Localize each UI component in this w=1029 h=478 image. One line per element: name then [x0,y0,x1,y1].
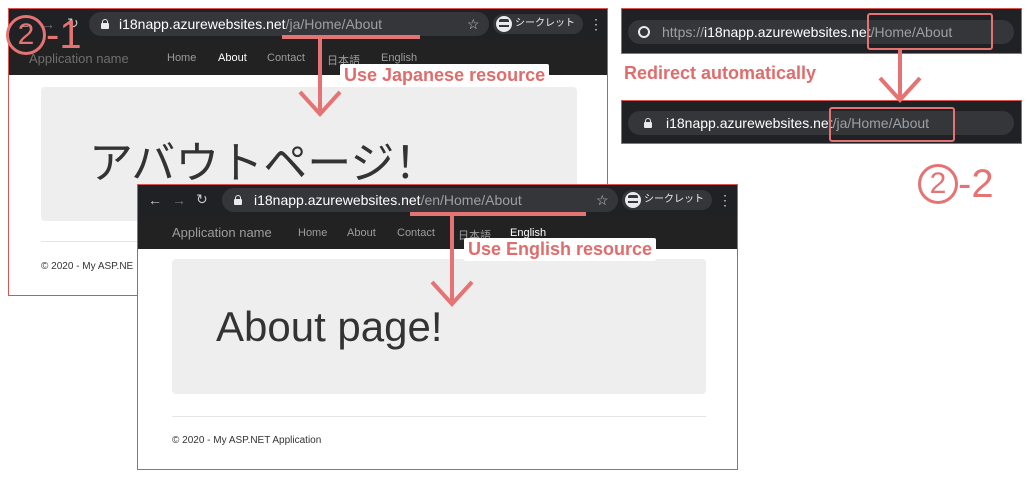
step-suffix: -1 [46,13,82,57]
nav-item-contact[interactable]: Contact [267,52,305,64]
incognito-badge[interactable]: シークレット [493,14,583,34]
browser-toolbar: ← → ↻ i18napp.azurewebsites.net/en/Home/… [138,185,737,215]
url-text: i18napp.azurewebsites.net/en/Home/About [254,192,522,208]
step-marker-2-1: 2 -1 [6,15,82,55]
url-text: i18napp.azurewebsites.net/ja/Home/About [119,16,383,32]
page-heading: アバウトページ！ [89,139,439,188]
nav-brand[interactable]: Application name [172,225,272,240]
incognito-label: シークレット [515,18,575,29]
reload-icon[interactable]: ↻ [196,192,208,206]
highlight-path-after [829,107,955,142]
globe-icon [638,26,650,38]
back-icon[interactable]: ← [148,193,162,207]
circled-number: 2 [6,15,46,55]
label-use-japanese: Use Japanese resource [340,64,550,87]
star-icon[interactable]: ☆ [596,193,609,207]
lock-icon [644,118,652,128]
label-use-english: Use English resource [464,238,657,261]
nav-item-about[interactable]: About [218,52,247,64]
incognito-icon [625,192,641,208]
footer-text: © 2020 - My ASP.NE [41,261,134,272]
step-marker-2-2: 2 -2 [918,164,994,204]
star-icon[interactable]: ☆ [467,17,480,31]
incognito-badge[interactable]: シークレット [622,190,712,210]
address-bar[interactable]: i18napp.azurewebsites.net/ja/Home/About [628,111,1014,135]
lock-icon [101,19,109,29]
more-menu-icon[interactable]: ⋮ [589,17,603,31]
nav-item-home[interactable]: Home [167,52,196,64]
nav-item-contact[interactable]: Contact [397,227,435,239]
highlight-path-before [867,13,993,50]
nav-item-home[interactable]: Home [298,227,327,239]
browser-window-en: ← → ↻ i18napp.azurewebsites.net/en/Home/… [137,184,738,470]
incognito-label: シークレット [644,194,704,205]
incognito-icon [496,16,512,32]
nav-item-about[interactable]: About [347,227,376,239]
lock-icon [234,195,242,205]
address-bar-after-redirect: i18napp.azurewebsites.net/ja/Home/About [621,100,1022,144]
address-bar[interactable]: i18napp.azurewebsites.net/ja/Home/About [89,12,489,36]
circled-number: 2 [918,164,958,204]
footer-divider [172,416,706,417]
more-menu-icon[interactable]: ⋮ [718,193,732,207]
nav-item-english[interactable]: English [381,52,417,64]
screenshot-composite: ← → ↻ i18napp.azurewebsites.net/ja/Home/… [0,0,1029,478]
footer-text: © 2020 - My ASP.NET Application [172,435,322,446]
jumbotron: About page! [172,259,706,394]
step-suffix: -2 [958,162,994,206]
page-heading: About page! [216,303,443,350]
forward-icon[interactable]: → [172,193,186,207]
browser-toolbar: ← → ↻ i18napp.azurewebsites.net/ja/Home/… [9,9,607,39]
label-redirect: Redirect automatically [622,62,819,85]
address-bar[interactable]: i18napp.azurewebsites.net/en/Home/About [222,188,618,212]
